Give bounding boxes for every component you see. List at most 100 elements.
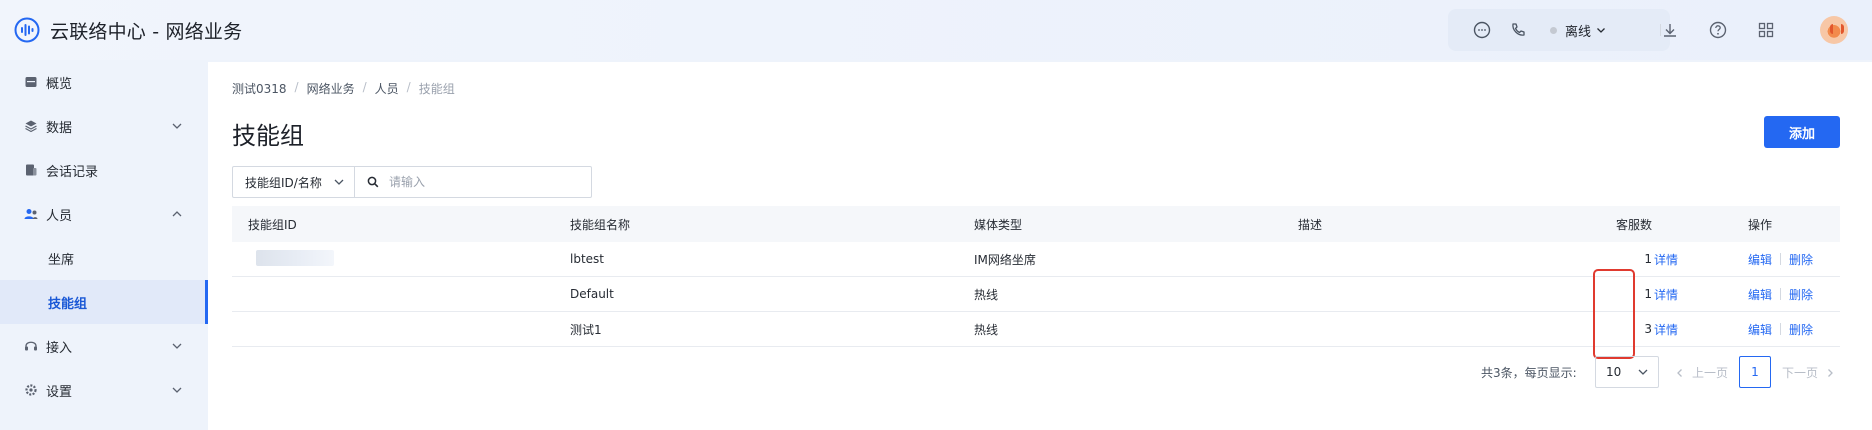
page-number-current[interactable]: 1 (1739, 356, 1771, 388)
people-icon (24, 209, 38, 219)
download-icon[interactable] (1660, 20, 1680, 40)
sidebar-item-people[interactable]: 人员 (0, 192, 208, 236)
filter-field-select[interactable]: 技能组ID/名称 (233, 167, 355, 197)
chevron-down-icon (172, 343, 182, 349)
cell-media: 热线 (974, 322, 999, 337)
next-page-button[interactable]: 下一页 (1782, 364, 1836, 381)
header-toolbox: 离线 (1448, 9, 1670, 51)
pagination-total: 共3条，每页显示: (1481, 366, 1577, 380)
filter-field-label: 技能组ID/名称 (245, 175, 322, 190)
sidebar-item-data[interactable]: 数据 (0, 104, 208, 148)
action-divider (1780, 253, 1782, 265)
sidebar-item-label: 数据 (46, 120, 73, 136)
cell-media: IM网络坐席 (974, 252, 1036, 267)
main-content: 测试0318 / 网络业务 / 人员 / 技能组 技能组 添加 技能组ID/名称… (208, 62, 1872, 430)
chevron-right-icon (1828, 368, 1833, 377)
action-divider (1780, 323, 1782, 335)
row-actions: 编辑 删除 (1748, 286, 1813, 303)
delete-link[interactable]: 删除 (1789, 251, 1813, 268)
chat-icon[interactable] (1472, 20, 1492, 40)
status-dot (1550, 26, 1557, 34)
user-avatar[interactable] (1820, 16, 1848, 44)
filter-search (355, 167, 591, 197)
data-icon (25, 120, 37, 133)
sidebar-item-label: 设置 (46, 384, 73, 400)
breadcrumb-item[interactable]: 测试0318 (232, 80, 287, 97)
sidebar-item-overview[interactable]: 概览 (0, 60, 208, 104)
cell-name: lbtest (570, 252, 604, 266)
sidebar-item-skill-groups[interactable]: 技能组 (0, 280, 208, 324)
column-header-description: 描述 (1298, 217, 1323, 232)
phone-icon[interactable] (1508, 20, 1528, 40)
agent-status-dropdown[interactable]: 离线 (1550, 21, 1607, 40)
breadcrumb: 测试0318 / 网络业务 / 人员 / 技能组 (232, 80, 455, 97)
breadcrumb-item[interactable]: 网络业务 (307, 80, 355, 97)
chevron-up-icon (172, 211, 182, 217)
brand[interactable]: 云联络中心 - 网络业务 (14, 14, 242, 46)
add-button[interactable]: 添加 (1764, 116, 1840, 148)
top-header: 云联络中心 - 网络业务 离线 (0, 0, 1872, 60)
status-label: 离线 (1565, 24, 1592, 40)
cell-name: Default (570, 287, 614, 301)
column-header-id: 技能组ID (248, 217, 297, 232)
search-icon (367, 176, 379, 188)
column-header-media: 媒体类型 (974, 217, 1023, 232)
breadcrumb-separator: / (362, 80, 367, 94)
chevron-down-icon (1638, 369, 1648, 375)
column-header-name: 技能组名称 (570, 217, 631, 232)
sidebar: 概览 数据 会话记录 人员 坐席 技能组 接入 设置 (0, 60, 208, 430)
sidebar-item-label: 技能组 (48, 296, 88, 312)
chevron-down-icon (1597, 28, 1605, 33)
row-actions: 编辑 删除 (1748, 251, 1813, 268)
chevron-down-icon (334, 179, 344, 185)
sidebar-item-label: 接入 (46, 340, 73, 356)
sidebar-item-settings[interactable]: 设置 (0, 368, 208, 412)
chevron-left-icon (1677, 368, 1682, 377)
detail-link[interactable]: 详情 (1654, 321, 1678, 338)
delete-link[interactable]: 删除 (1789, 321, 1813, 338)
page-title: 技能组 (232, 122, 304, 150)
sidebar-item-label: 人员 (46, 208, 73, 224)
column-header-actions: 操作 (1748, 217, 1773, 232)
sound-wave-logo-icon (14, 17, 40, 43)
page-size-select[interactable]: 10 (1595, 356, 1659, 388)
sidebar-item-label: 概览 (46, 76, 73, 92)
column-header-agent-count: 客服数 (1615, 217, 1652, 232)
breadcrumb-item[interactable]: 人员 (375, 80, 399, 97)
delete-link[interactable]: 删除 (1789, 286, 1813, 303)
sidebar-item-label: 会话记录 (46, 164, 99, 180)
action-divider (1780, 288, 1782, 300)
breadcrumb-current: 技能组 (418, 82, 455, 96)
cell-name: 测试1 (570, 322, 602, 337)
edit-link[interactable]: 编辑 (1748, 286, 1772, 303)
cell-media: 热线 (974, 287, 999, 302)
chevron-down-icon (172, 123, 182, 129)
redacted-id (256, 250, 334, 266)
table-header: 技能组ID 技能组名称 媒体类型 描述 客服数 操作 (232, 206, 1840, 242)
sidebar-item-label: 坐席 (48, 252, 75, 268)
filter-bar: 技能组ID/名称 (232, 166, 592, 198)
chevron-down-icon (172, 387, 182, 393)
breadcrumb-separator: / (294, 80, 299, 94)
app-title: 云联络中心 - 网络业务 (50, 20, 243, 43)
detail-column-highlight (1593, 269, 1635, 359)
sidebar-item-session-records[interactable]: 会话记录 (0, 148, 208, 192)
cell-agent-count: 1 (1644, 252, 1652, 266)
next-page-label: 下一页 (1782, 366, 1819, 380)
search-input[interactable] (389, 175, 569, 189)
help-icon[interactable] (1708, 20, 1728, 40)
sidebar-item-access[interactable]: 接入 (0, 324, 208, 368)
prev-page-label: 上一页 (1692, 366, 1729, 380)
breadcrumb-separator: / (406, 80, 411, 94)
headset-icon (25, 341, 37, 351)
edit-link[interactable]: 编辑 (1748, 321, 1772, 338)
prev-page-button[interactable]: 上一页 (1674, 364, 1728, 381)
edit-link[interactable]: 编辑 (1748, 251, 1772, 268)
row-actions: 编辑 删除 (1748, 321, 1813, 338)
detail-link[interactable]: 详情 (1654, 286, 1678, 303)
apps-grid-icon[interactable] (1756, 20, 1776, 40)
settings-icon (25, 384, 37, 396)
session-record-icon (26, 164, 37, 176)
detail-link[interactable]: 详情 (1654, 251, 1678, 268)
sidebar-item-agents[interactable]: 坐席 (0, 236, 208, 280)
